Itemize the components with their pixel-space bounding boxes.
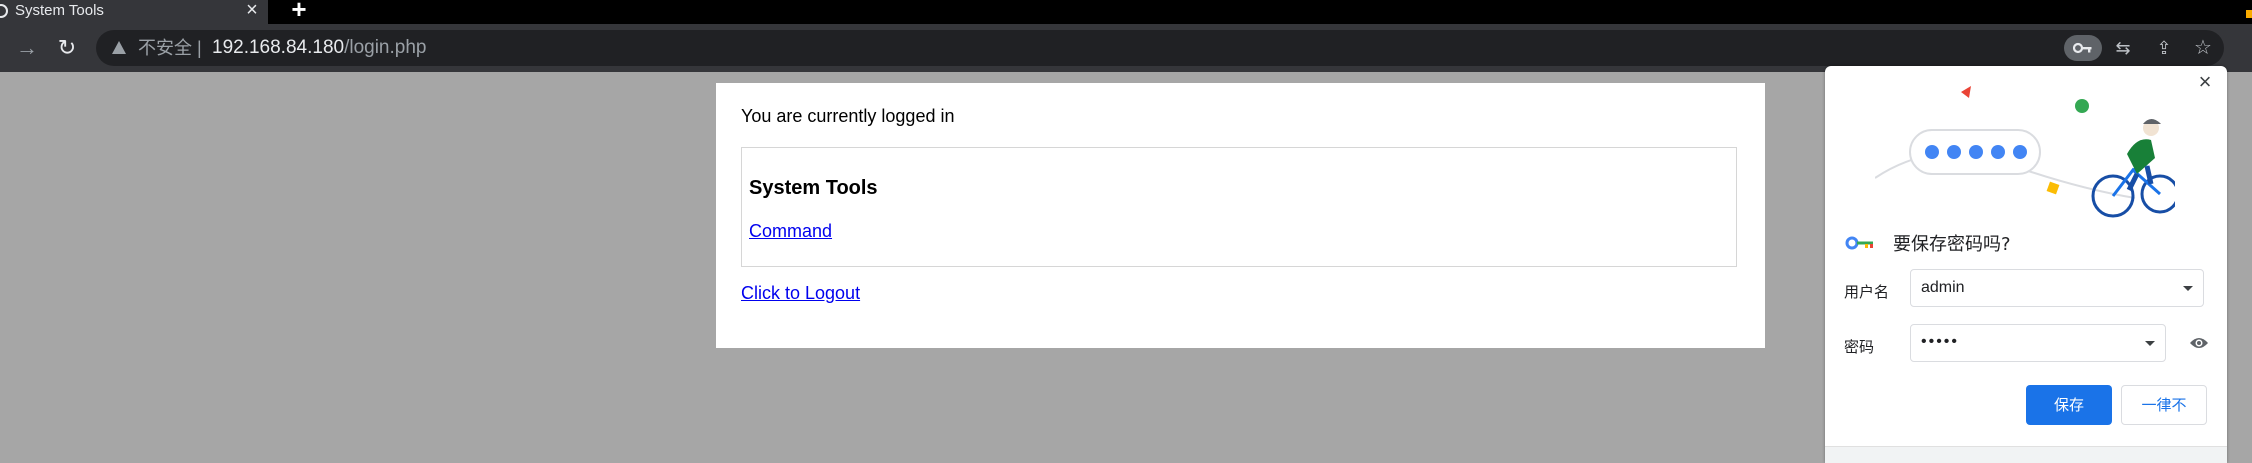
system-tools-panel: System Tools Command [741, 147, 1737, 267]
share-icon[interactable]: ⇪ [2153, 37, 2175, 59]
url-host: 192.168.84.180 [212, 37, 345, 58]
chevron-down-icon[interactable] [2183, 286, 2193, 291]
login-status-text: You are currently logged in [741, 106, 955, 126]
url-path: /login.php [344, 37, 427, 58]
security-label[interactable]: 不安全 | [138, 37, 202, 59]
chevron-down-icon[interactable] [2145, 341, 2155, 346]
browser-toolbar: → ↻ 不安全 | 192.168.84.180/login.php ⇆ ⇪ ☆ [0, 24, 2252, 72]
page-content: You are currently logged in System Tools… [716, 83, 1765, 348]
username-field[interactable]: admin [1910, 269, 2204, 307]
never-button[interactable]: 一律不 [2121, 385, 2207, 425]
password-label: 密码 [1844, 338, 1875, 356]
password-illustration [1875, 86, 2175, 218]
username-label: 用户名 [1844, 283, 1890, 301]
password-field[interactable]: ••••• [1910, 324, 2166, 362]
google-key-icon [1845, 236, 1873, 250]
tab-strip: System Tools × + [0, 0, 2252, 24]
reload-icon[interactable]: ↻ [53, 34, 81, 62]
address-bar[interactable]: 不安全 | 192.168.84.180/login.php ⇆ ⇪ ☆ [96, 30, 2224, 66]
new-tab-button[interactable]: + [288, 0, 310, 22]
dialog-title: 要保存密码吗? [1893, 234, 2011, 255]
bookmark-star-icon[interactable]: ☆ [2192, 37, 2214, 59]
close-icon[interactable]: × [2194, 71, 2216, 93]
forward-arrow-icon[interactable]: → [13, 34, 41, 62]
save-password-dialog: × 要保存密码吗? 用户名 admin 密码 ••••• 保存 一律不 [1825, 66, 2227, 463]
system-tools-heading: System Tools [749, 177, 878, 199]
password-key-icon[interactable] [2064, 35, 2102, 61]
username-value: admin [1921, 279, 1965, 296]
tab-title: System Tools [15, 2, 104, 19]
tab-system-tools[interactable]: System Tools × [0, 0, 268, 24]
command-link[interactable]: Command [749, 221, 832, 242]
url-text[interactable]: 192.168.84.180/login.php [212, 37, 426, 59]
tab-close-icon[interactable]: × [242, 0, 262, 22]
save-button[interactable]: 保存 [2026, 385, 2112, 425]
password-value: ••••• [1921, 333, 1960, 350]
translate-icon[interactable]: ⇆ [2112, 37, 2134, 59]
eye-icon[interactable] [2189, 336, 2209, 350]
logout-link[interactable]: Click to Logout [741, 283, 860, 304]
warning-icon[interactable] [112, 41, 126, 54]
dialog-footer [1825, 446, 2227, 463]
update-indicator [2246, 10, 2252, 18]
dialog-title-row: 要保存密码吗? [1845, 231, 2011, 255]
globe-icon [0, 4, 8, 18]
